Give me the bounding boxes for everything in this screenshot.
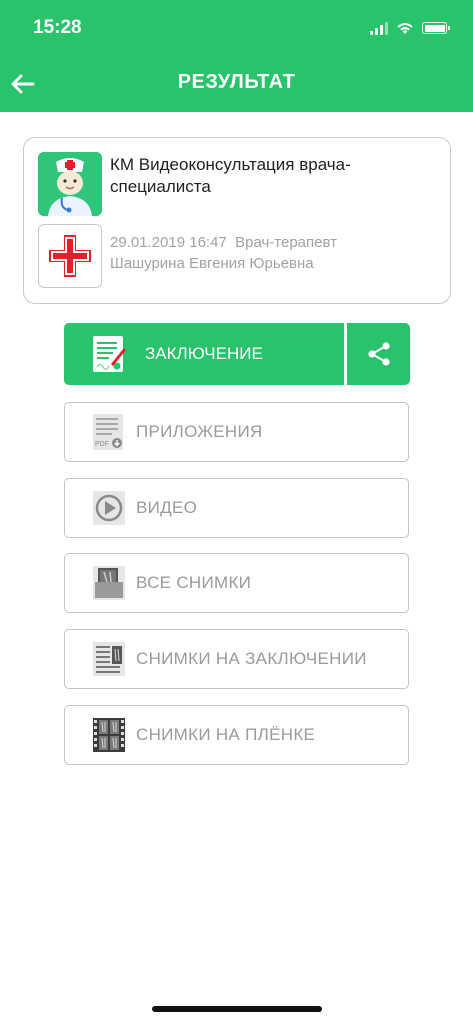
report-image-icon (91, 640, 127, 678)
conclusion-button[interactable]: ЗАКЛЮЧЕНИЕ (64, 323, 344, 385)
page-title: РЕЗУЛЬТАТ (177, 71, 296, 93)
conclusion-label: ЗАКЛЮЧЕНИЕ (145, 344, 263, 363)
home-indicator (152, 1006, 322, 1012)
share-button[interactable] (347, 323, 410, 385)
share-icon (367, 342, 390, 366)
video-button[interactable]: ВИДЕО (64, 478, 409, 538)
wifi-icon (397, 23, 413, 34)
play-icon (91, 489, 127, 527)
consultation-datetime: 29.01.2019 16:47 (110, 234, 227, 251)
images-on-film-button[interactable]: СНИМКИ НА ПЛЁНКЕ (64, 705, 409, 765)
consultation-meta: 29.01.2019 16:47 Врач-терапевт Шашурина … (110, 232, 440, 274)
consultation-card: КМ Видеоконсультация врача-специалиста 2… (23, 137, 451, 304)
consultation-title: КМ Видеоконсультация врача-специалиста (110, 155, 351, 196)
images-in-conclusion-label: СНИМКИ НА ЗАКЛЮЧЕНИИ (136, 649, 367, 668)
video-label: ВИДЕО (136, 498, 198, 517)
pdf-download-icon: PDF (91, 413, 127, 451)
pdf-text: PDF (95, 441, 109, 448)
images-in-conclusion-button[interactable]: СНИМКИ НА ЗАКЛЮЧЕНИИ (64, 629, 409, 689)
medical-cross-icon (47, 233, 93, 279)
nurse-icon (38, 152, 102, 216)
document-sign-icon (93, 336, 126, 372)
images-on-film-label: СНИМКИ НА ПЛЁНКЕ (136, 725, 316, 744)
battery-icon (422, 22, 450, 34)
all-images-label: ВСЕ СНИМКИ (136, 573, 252, 592)
status-time: 15:28 (33, 17, 82, 38)
film-strip-icon (91, 716, 127, 754)
doctor-role: Врач-терапевт (235, 234, 337, 251)
attachments-button[interactable]: PDF ПРИЛОЖЕНИЯ (64, 402, 409, 462)
attachments-label: ПРИЛОЖЕНИЯ (136, 422, 263, 441)
all-images-button[interactable]: ВСЕ СНИМКИ (64, 553, 409, 613)
status-icons (370, 20, 450, 36)
cellular-signal-icon (370, 21, 388, 35)
clinic-logo (38, 224, 102, 288)
app-header: 15:28 РЕЗУЛЬТАТ (0, 0, 473, 112)
images-folder-icon (91, 564, 127, 602)
doctor-name: Шашурина Евгения Юрьевна (110, 255, 314, 272)
doctor-avatar (38, 152, 102, 216)
